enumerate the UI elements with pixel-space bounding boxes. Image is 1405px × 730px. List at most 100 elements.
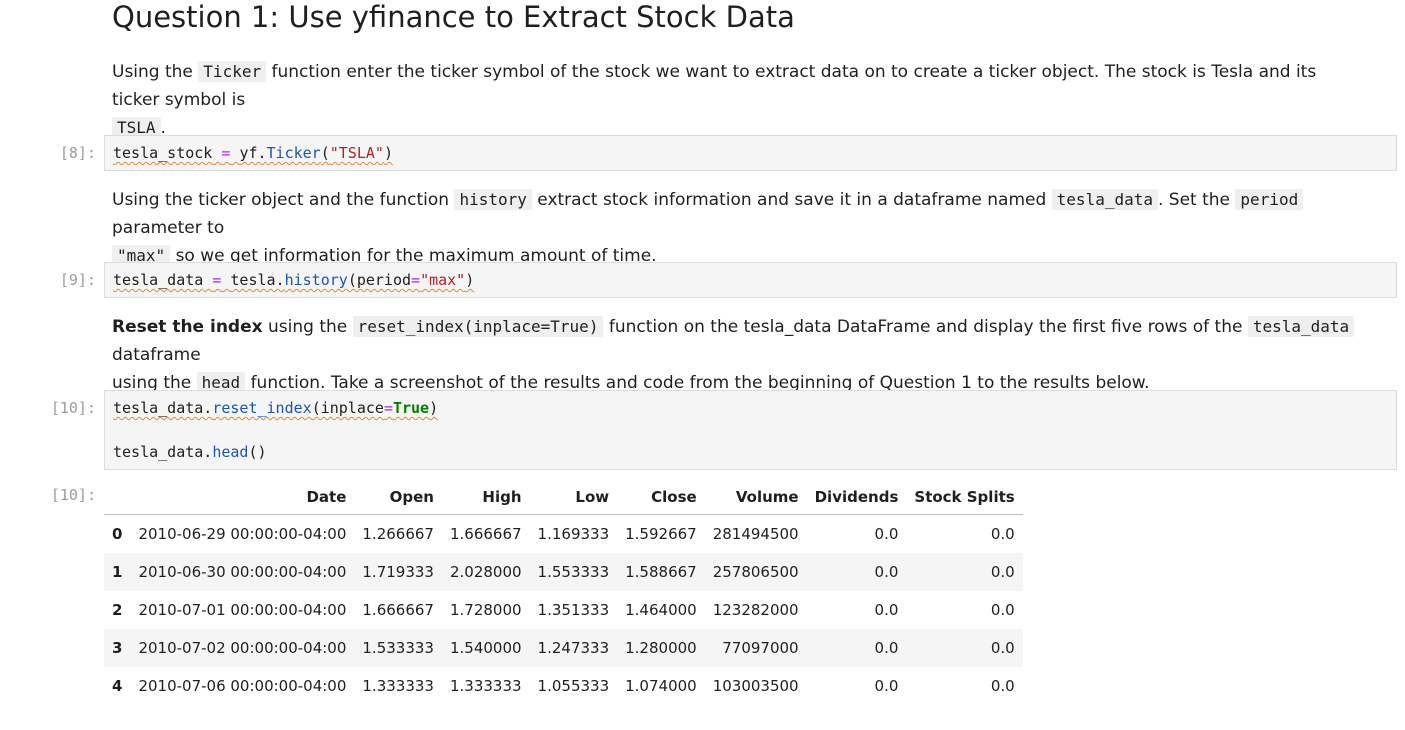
code-token: tesla_data [113, 271, 204, 289]
table-header-row: Date Open High Low Close Volume Dividend… [104, 480, 1023, 515]
table-cell: 0.0 [874, 676, 899, 695]
text: function on the tesla_data DataFrame and… [603, 317, 1248, 337]
code-token: tesla. [230, 271, 285, 289]
table-cell: 2010-07-01 00:00:00-04:00 [138, 600, 347, 619]
table-row: 4 2010-07-06 00:00:00-04:00 1.333333 1.3333… [104, 666, 1023, 705]
code-token: tesla_stock [113, 144, 213, 162]
code-token: = [411, 271, 421, 289]
code-token: = [212, 271, 222, 289]
table-cell: 1.169333 [537, 524, 610, 543]
code-line[interactable]: tesla_data.head() [113, 441, 1388, 463]
table-cell: 1.666667 [449, 524, 522, 543]
column-header [104, 480, 131, 515]
table-cell: 0.0 [990, 600, 1015, 619]
code-token: = [383, 399, 393, 417]
code-cell-9[interactable]: tesla_data = tesla.history(period="max") [104, 262, 1397, 298]
text: . Set the [1157, 190, 1236, 210]
column-header: Close [617, 480, 705, 515]
code-token: tesla_data. [113, 399, 213, 417]
table-cell: 0.0 [990, 676, 1015, 695]
table-cell: 0.0 [874, 524, 899, 543]
markdown-cell-reset-index-instructions: Reset the index using the reset_index(in… [112, 313, 1362, 397]
code-cell-8[interactable]: tesla_stock = yf.Ticker("TSLA") [104, 135, 1397, 171]
table-cell: 103003500 [712, 676, 799, 695]
code-token: "max" [420, 271, 466, 289]
column-header: Dividends [806, 480, 907, 515]
markdown-cell-ticker-instructions: Using the Ticker function enter the tick… [112, 58, 1362, 142]
cell-prompt-8: [8]: [59, 144, 96, 162]
code-token: tesla_data. [113, 443, 213, 461]
row-index: 0 [112, 524, 123, 543]
table-cell: 1.333333 [449, 676, 522, 695]
code-token: (inplace [311, 399, 384, 417]
inline-code-tesla-data: tesla_data [1247, 316, 1355, 337]
table-cell: 77097000 [722, 638, 799, 657]
row-index: 1 [112, 562, 123, 581]
table-cell: 0.0 [990, 562, 1015, 581]
code-token: "TSLA" [329, 144, 384, 162]
table-cell: 1.351333 [537, 600, 610, 619]
code-line[interactable]: tesla_data.reset_index(inplace=True) [113, 397, 1388, 419]
text: dataframe [112, 345, 201, 365]
code-token: = [221, 144, 231, 162]
code-token: reset_index [212, 399, 312, 417]
inline-code-reset-index: reset_index(inplace=True) [352, 316, 604, 337]
text: function enter the ticker symbol of the … [112, 62, 1317, 110]
column-header: Volume [704, 480, 807, 515]
table-cell: 0.0 [874, 562, 899, 581]
text: parameter to [112, 218, 225, 238]
table-cell: 1.592667 [625, 524, 697, 543]
table-cell: 2010-06-30 00:00:00-04:00 [138, 562, 347, 581]
code-token: ) [429, 399, 439, 417]
table-cell: 2010-06-29 00:00:00-04:00 [138, 524, 347, 543]
table-cell: 281494500 [712, 524, 799, 543]
inline-code-period: period [1235, 189, 1304, 210]
row-index: 4 [112, 676, 123, 695]
code-cell-10[interactable]: tesla_data.reset_index(inplace=True) tes… [104, 390, 1397, 470]
table-cell: 1.540000 [449, 638, 522, 657]
markdown-cell-history-instructions: Using the ticker object and the function… [112, 186, 1362, 270]
column-header: Open [354, 480, 442, 515]
table-cell: 1.728000 [449, 600, 522, 619]
code-token: () [248, 443, 267, 461]
table-cell: 1.280000 [625, 638, 697, 657]
code-token: ( [320, 144, 330, 162]
column-header: Date [130, 480, 355, 515]
table-cell: 1.266667 [362, 524, 434, 543]
code-token: Ticker [266, 144, 321, 162]
code-line[interactable]: tesla_stock = yf.Ticker("TSLA") [113, 142, 1388, 164]
code-line[interactable]: tesla_data = tesla.history(period="max") [113, 269, 1388, 291]
table-cell: 2010-07-06 00:00:00-04:00 [138, 676, 347, 695]
bold-text: Reset the index [112, 317, 263, 337]
table-cell: 0.0 [874, 638, 899, 657]
table-cell: 1.533333 [362, 638, 434, 657]
cell-prompt-10: [10]: [50, 399, 96, 417]
text: Using the [112, 62, 199, 82]
section-heading: Question 1: Use yfinance to Extract Stoc… [112, 0, 795, 34]
table-row: 1 2010-06-30 00:00:00-04:00 1.719333 2.0280… [104, 552, 1023, 591]
inline-code-ticker: Ticker [198, 61, 267, 82]
table-cell: 2.028000 [449, 562, 522, 581]
text: extract stock information and save it in… [531, 190, 1052, 210]
table-cell: 1.553333 [537, 562, 610, 581]
table-cell: 1.464000 [625, 600, 697, 619]
code-token: (period [347, 271, 412, 289]
table-cell: 1.074000 [625, 676, 697, 695]
inline-code-history: history [454, 189, 532, 210]
table-cell: 1.333333 [362, 676, 434, 695]
output-prompt-10: [10]: [50, 486, 96, 504]
table-cell: 1.666667 [362, 600, 434, 619]
table-row: 3 2010-07-02 00:00:00-04:00 1.533333 1.5400… [104, 628, 1023, 667]
code-line-blank[interactable] [113, 419, 1388, 441]
table-cell: 257806500 [712, 562, 799, 581]
row-index: 3 [112, 638, 123, 657]
table-cell: 1.247333 [537, 638, 610, 657]
table-cell: 123282000 [712, 600, 799, 619]
column-header: High [441, 480, 530, 515]
table-cell: 1.588667 [625, 562, 697, 581]
code-token: ) [465, 271, 475, 289]
table-row: 0 2010-06-29 00:00:00-04:00 1.266667 1.6666… [104, 514, 1023, 553]
table-cell: 0.0 [874, 600, 899, 619]
code-token: head [212, 443, 249, 461]
code-token: ) [383, 144, 393, 162]
